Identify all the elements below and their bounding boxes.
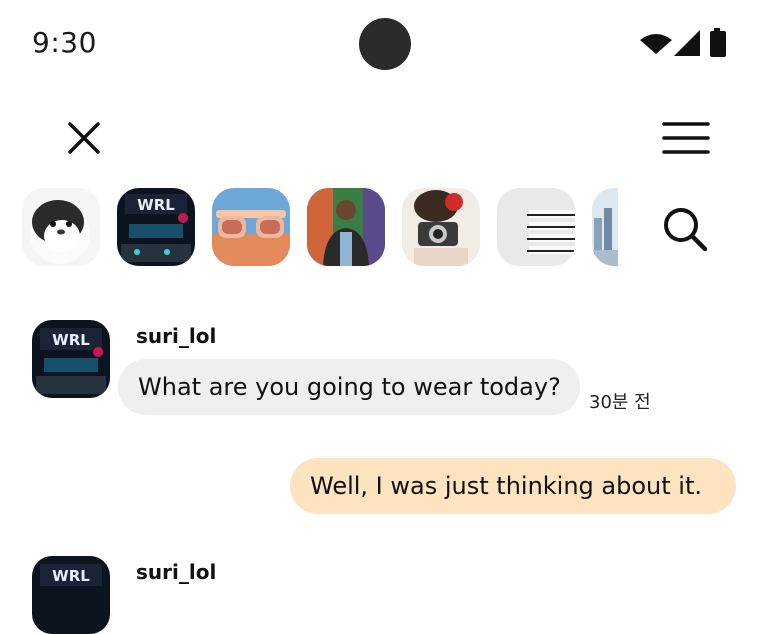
svg-text:WRL: WRL	[137, 196, 175, 214]
status-icons	[640, 28, 726, 57]
story-city[interactable]	[592, 188, 618, 266]
hamburger-menu-icon[interactable]	[660, 118, 712, 158]
message-time: 30분 전	[589, 392, 651, 413]
story-worlds[interactable]: WRL	[117, 188, 195, 266]
story-penguin[interactable]	[22, 188, 100, 266]
incoming-message-bubble[interactable]: What are you going to wear today?	[118, 359, 580, 415]
front-camera-cutout	[359, 18, 411, 70]
search-icon[interactable]	[660, 204, 710, 254]
avatar[interactable]: WRL	[32, 556, 110, 634]
message-sender[interactable]: suri_lol	[136, 560, 216, 584]
cell-signal-icon	[674, 30, 700, 56]
wifi-icon	[640, 34, 672, 54]
svg-text:WRL: WRL	[52, 567, 90, 585]
story-sunglasses[interactable]	[212, 188, 290, 266]
story-camera[interactable]	[402, 188, 480, 266]
close-icon[interactable]	[64, 118, 104, 158]
outgoing-message-bubble[interactable]: Well, I was just thinking about it.	[290, 458, 736, 514]
stories-row[interactable]: WRL	[22, 188, 618, 268]
avatar[interactable]: WRL	[32, 320, 110, 398]
message-sender[interactable]: suri_lol	[136, 324, 216, 348]
status-time: 9:30	[32, 26, 97, 59]
story-man-jacket[interactable]	[307, 188, 385, 266]
story-vogue[interactable]	[497, 188, 575, 266]
svg-text:WRL: WRL	[52, 331, 90, 349]
battery-icon	[710, 28, 726, 57]
